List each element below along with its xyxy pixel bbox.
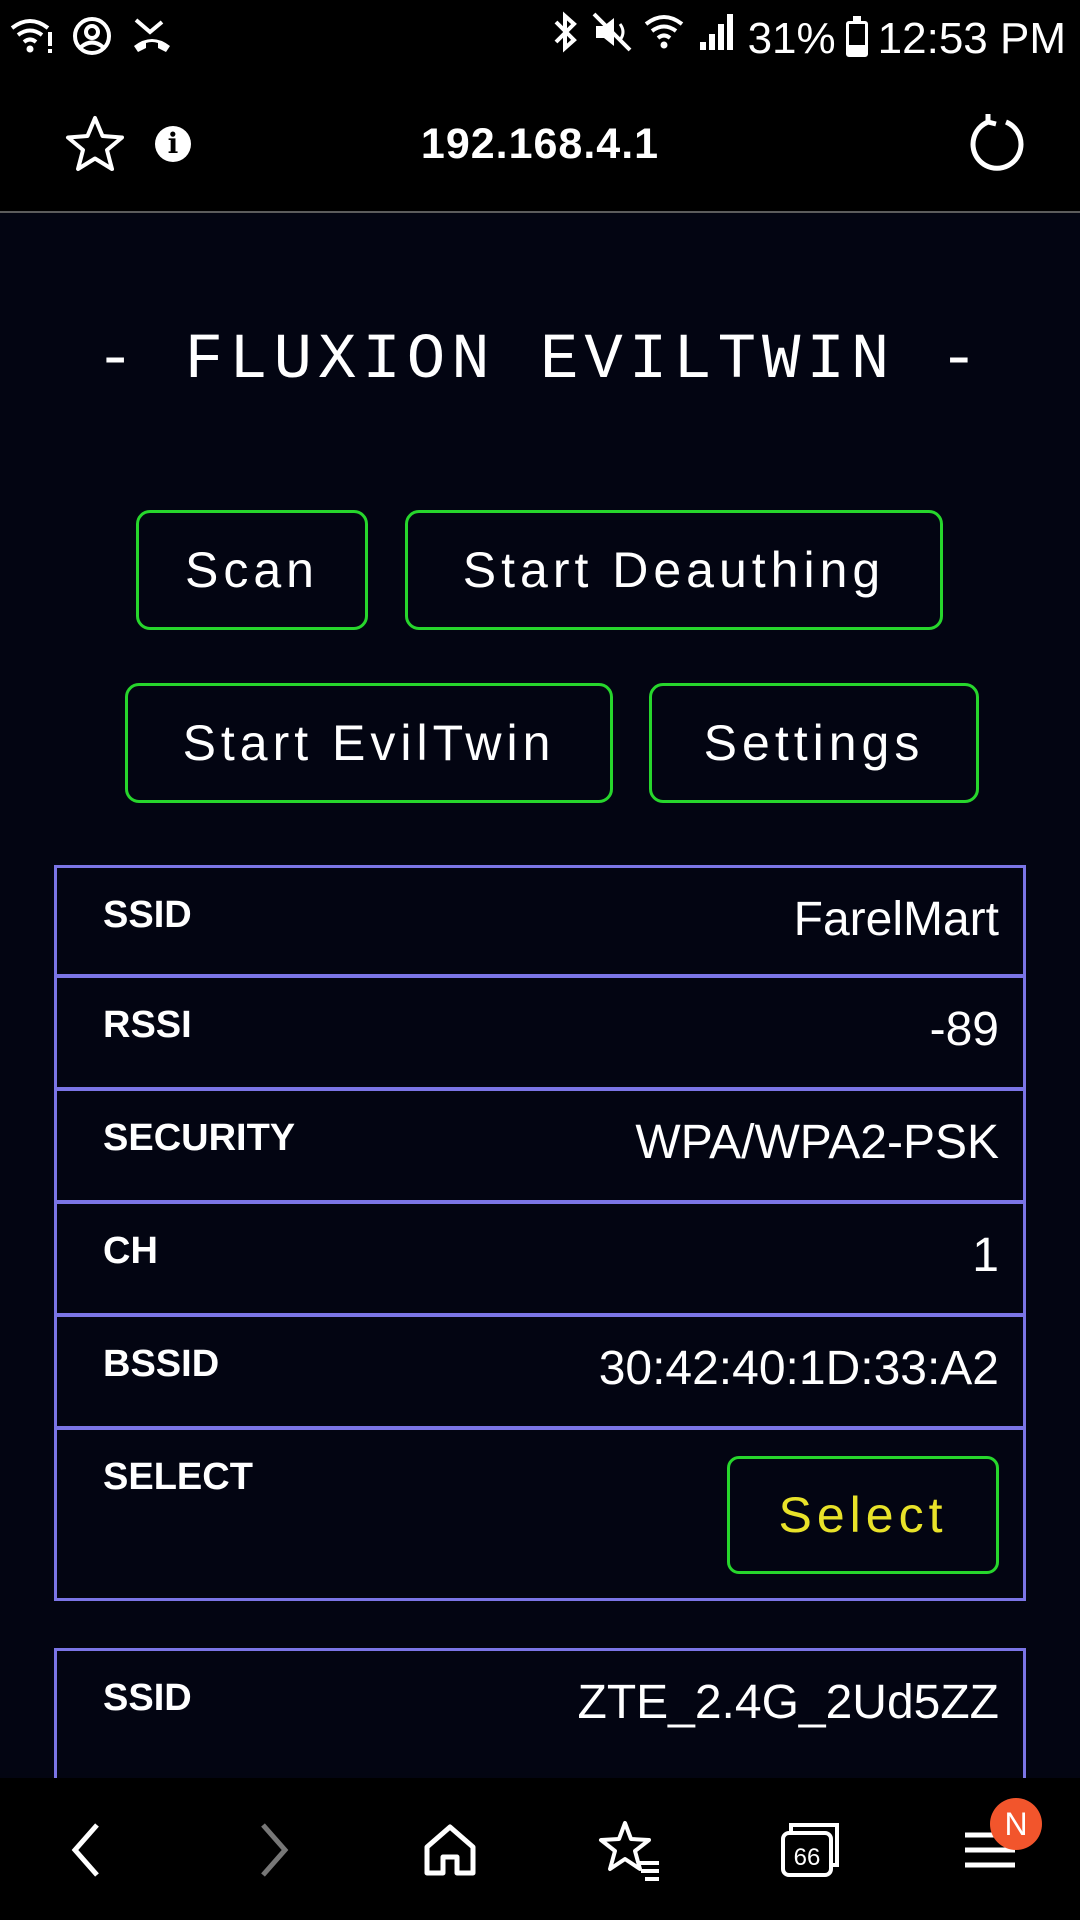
bluetooth-icon xyxy=(550,10,580,68)
network-table: SSID ZTE_2.4G_2Ud5ZZ xyxy=(54,1648,1026,1778)
scan-button[interactable]: Scan xyxy=(136,510,368,630)
tab-count: 66 xyxy=(794,1844,821,1871)
select-label: SELECT xyxy=(103,1456,253,1498)
table-row: SELECT Select xyxy=(57,1430,1023,1598)
clock: 12:53 PM xyxy=(877,14,1066,63)
channel-value: 1 xyxy=(972,1229,999,1282)
bssid-label: BSSID xyxy=(103,1343,220,1385)
rssi-label: RSSI xyxy=(103,1004,192,1046)
table-row: BSSID 30:42:40:1D:33:A2 xyxy=(57,1317,1023,1430)
notification-badge: N xyxy=(990,1798,1042,1850)
battery-icon xyxy=(845,16,868,57)
missed-call-icon xyxy=(130,16,174,61)
back-icon[interactable] xyxy=(48,1810,128,1890)
url-field[interactable]: 192.168.4.1 xyxy=(0,120,1080,169)
network-table: SSID FarelMart RSSI -89 SECURITY WPA/WPA… xyxy=(54,865,1026,1601)
page-title: - FLUXION EVILTWIN - xyxy=(95,325,985,397)
settings-button[interactable]: Settings xyxy=(649,683,979,803)
bssid-value: 30:42:40:1D:33:A2 xyxy=(598,1342,999,1395)
ssid-label: SSID xyxy=(103,1677,192,1719)
browser-nav-bar: 66 xyxy=(0,1778,1080,1920)
status-bar: 31% 12:53 PM xyxy=(0,0,1080,76)
ssid-label: SSID xyxy=(103,894,192,936)
table-row: SSID ZTE_2.4G_2Ud5ZZ xyxy=(57,1651,1023,1761)
table-row: SSID FarelMart xyxy=(57,868,1023,978)
signal-icon xyxy=(698,10,738,68)
table-row: CH 1 xyxy=(57,1204,1023,1317)
start-eviltwin-button[interactable]: Start EvilTwin xyxy=(125,683,613,803)
account-circle-icon xyxy=(72,16,112,61)
bookmarks-icon[interactable] xyxy=(590,1810,670,1890)
select-network-button[interactable]: Select xyxy=(727,1456,999,1574)
table-row: RSSI -89 xyxy=(57,978,1023,1091)
ssid-value: ZTE_2.4G_2Ud5ZZ xyxy=(577,1676,1000,1729)
browser-url-bar: i 192.168.4.1 xyxy=(0,76,1080,213)
mute-icon xyxy=(590,10,634,68)
reload-icon[interactable] xyxy=(966,112,1028,179)
security-value: WPA/WPA2-PSK xyxy=(635,1116,999,1169)
table-row: SECURITY WPA/WPA2-PSK xyxy=(57,1091,1023,1204)
web-page: - FLUXION EVILTWIN - Scan Start Deauthin… xyxy=(0,213,1080,1778)
rssi-value: -89 xyxy=(929,1003,999,1056)
home-icon[interactable] xyxy=(410,1810,490,1890)
battery-percent: 31% xyxy=(747,14,836,63)
wifi-alert-icon xyxy=(10,14,54,63)
start-deauthing-button[interactable]: Start Deauthing xyxy=(405,510,943,630)
forward-icon[interactable] xyxy=(232,1810,312,1890)
channel-label: CH xyxy=(103,1230,158,1272)
security-label: SECURITY xyxy=(103,1117,296,1159)
ssid-value: FarelMart xyxy=(793,893,999,946)
wifi-icon xyxy=(644,10,688,68)
tabs-icon[interactable]: 66 xyxy=(770,1810,850,1890)
